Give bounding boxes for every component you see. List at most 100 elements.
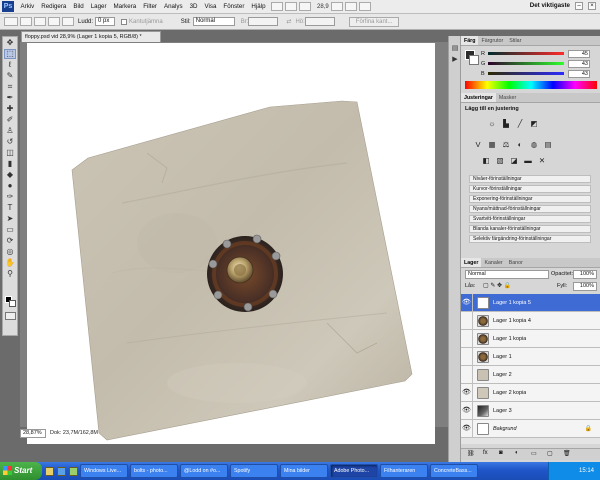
document-tab[interactable]: floppy.psd vid 28,9% (Lager 1 kopia 5, R… <box>21 31 161 42</box>
marquee-tool-icon[interactable]: ⬚ <box>4 49 16 59</box>
layer-row-lager-1-kopia-5[interactable]: 👁 Lager 1 kopia 5 <box>461 293 600 312</box>
bridge-button[interactable] <box>271 2 284 11</box>
menu-3d[interactable]: 3D <box>186 0 201 14</box>
crop-tool-icon[interactable]: ⌗ <box>4 82 16 92</box>
exposure-icon[interactable]: ◩ <box>529 119 539 128</box>
bw-icon[interactable]: ◐ <box>515 140 525 149</box>
add-mask-icon[interactable]: ◙ <box>499 450 503 456</box>
hue-icon[interactable]: ▦ <box>487 140 497 149</box>
blue-slider[interactable]: B 43 <box>481 69 596 78</box>
layer-row-lager-1[interactable]: Lager 1 <box>461 347 600 366</box>
subtract-selection-icon[interactable] <box>48 17 60 26</box>
blue-value[interactable]: 43 <box>568 69 590 78</box>
preset-curves[interactable]: Kurvor-förinställningar <box>469 185 591 193</box>
gradient-map-icon[interactable]: ▬ <box>523 156 533 165</box>
vibrance-icon[interactable]: V <box>473 140 483 149</box>
selective-color-icon[interactable]: ✕ <box>537 156 547 165</box>
lasso-tool-icon[interactable]: ℓ <box>4 60 16 70</box>
type-tool-icon[interactable]: T <box>4 203 16 213</box>
tab-kanaler[interactable]: Kanaler <box>481 258 505 267</box>
lock-options-icons[interactable]: ▢ ✎ ✥ 🔒 <box>483 282 511 291</box>
pen-tool-icon[interactable]: ✑ <box>4 192 16 202</box>
menu-fonster[interactable]: Fönster <box>220 0 248 14</box>
visibility-eye-icon[interactable]: 👁 <box>461 383 473 402</box>
menu-lager[interactable]: Lager <box>87 0 110 14</box>
layer-row-lager-2[interactable]: Lager 2 <box>461 365 600 384</box>
background-color-swatch[interactable] <box>9 300 16 307</box>
menu-markera[interactable]: Markera <box>110 0 140 14</box>
green-value[interactable]: 43 <box>568 59 590 68</box>
opacity-input[interactable]: 100% <box>573 270 597 279</box>
adjustment-layer-icon[interactable]: ◐ <box>515 450 519 456</box>
link-layers-icon[interactable]: ⛓ <box>467 450 475 457</box>
clone-stamp-icon[interactable]: ♙ <box>4 126 16 136</box>
width-input[interactable] <box>248 17 279 26</box>
eraser-tool-icon[interactable]: ◫ <box>4 148 16 158</box>
style-select[interactable]: Normal <box>192 17 235 26</box>
task-irc[interactable]: @Lodd on #o... <box>180 464 228 478</box>
zoom-status-field[interactable]: 28,87% <box>20 429 46 438</box>
new-layer-icon[interactable]: ▢ <box>547 450 553 457</box>
blue-track[interactable] <box>488 72 564 75</box>
trash-icon[interactable]: 🗑 <box>563 450 571 457</box>
visibility-eye-icon[interactable]: 👁 <box>461 419 473 438</box>
visibility-toggle[interactable] <box>461 365 473 384</box>
height-input[interactable] <box>304 17 335 26</box>
task-adobe-photoshop[interactable]: Adobe Photo... <box>330 464 378 478</box>
minimize-button[interactable]: – <box>575 2 583 10</box>
visibility-eye-icon[interactable]: 👁 <box>461 401 473 420</box>
tab-masker[interactable]: Masker <box>496 93 519 102</box>
curves-icon[interactable]: ╱ <box>515 119 525 128</box>
quick-select-tool-icon[interactable]: ✎ <box>4 71 16 81</box>
menu-hjalp[interactable]: Hjälp <box>248 0 269 14</box>
color-spectrum-bar[interactable] <box>465 81 597 89</box>
task-spotify[interactable]: Spotify <box>230 464 278 478</box>
hand-tool-icon[interactable]: ✋ <box>4 258 16 268</box>
zoom-tool-icon[interactable]: ⚲ <box>4 269 16 279</box>
tab-justeringar[interactable]: Justeringar <box>461 93 496 102</box>
gradient-tool-icon[interactable]: ▮ <box>4 159 16 169</box>
preset-hue-saturation[interactable]: Nyans/mättnad-förinställningar <box>469 205 591 213</box>
new-group-icon[interactable]: ▭ <box>531 450 537 457</box>
add-selection-icon[interactable] <box>34 17 46 26</box>
3d-camera-icon[interactable]: ◎ <box>4 247 16 257</box>
channel-mixer-icon[interactable]: ▤ <box>543 140 553 149</box>
task-concretebass[interactable]: ConcreteBass... <box>430 464 478 478</box>
quick-mask-icon[interactable] <box>5 312 16 320</box>
red-track[interactable] <box>488 52 564 55</box>
menu-arkiv[interactable]: Arkiv <box>17 0 38 14</box>
close-button[interactable]: × <box>588 2 596 10</box>
antialias-checkbox[interactable] <box>121 18 128 25</box>
balance-icon[interactable]: ⚖ <box>501 140 511 149</box>
dodge-tool-icon[interactable]: ● <box>4 181 16 191</box>
tab-fargrutor[interactable]: Färgrutor <box>478 36 506 45</box>
invert-icon[interactable]: ◧ <box>481 156 491 165</box>
menu-filter[interactable]: Filter <box>140 0 161 14</box>
canvas[interactable] <box>27 43 435 444</box>
intersect-selection-icon[interactable] <box>62 17 74 26</box>
task-filhanteraren[interactable]: Filhanteraren <box>380 464 428 478</box>
menu-analys[interactable]: Analys <box>160 0 186 14</box>
photo-filter-icon[interactable]: ◍ <box>529 140 539 149</box>
menu-redigera[interactable]: Redigera <box>38 0 70 14</box>
layer-row-lager-3[interactable]: 👁 Lager 3 <box>461 401 600 420</box>
task-windows-live[interactable]: Windows Live... <box>80 464 128 478</box>
green-track[interactable] <box>488 62 564 65</box>
fill-input[interactable]: 100% <box>573 282 597 291</box>
quicklaunch-browser-icon[interactable] <box>57 466 66 476</box>
task-mina-bilder[interactable]: Mina bilder <box>280 464 328 478</box>
3d-rotate-icon[interactable]: ⟳ <box>4 236 16 246</box>
tab-lager[interactable]: Lager <box>461 258 482 267</box>
preset-selective-color[interactable]: Selektiv färgändring-förinställningar <box>469 235 591 243</box>
hand-tool-button[interactable] <box>330 2 343 11</box>
posterize-icon[interactable]: ▧ <box>495 156 505 165</box>
red-slider[interactable]: R 45 <box>481 49 596 58</box>
tab-banor[interactable]: Banor <box>506 258 526 267</box>
levels-icon[interactable]: ▙ <box>501 119 511 128</box>
layer-style-icon[interactable]: fx <box>483 450 488 456</box>
visibility-toggle[interactable] <box>461 329 473 348</box>
healing-brush-icon[interactable]: ✚ <box>4 104 16 114</box>
quicklaunch-folder-icon[interactable] <box>45 466 54 476</box>
brush-tool-icon[interactable]: ✐ <box>4 115 16 125</box>
minibridge-button[interactable] <box>285 2 298 11</box>
